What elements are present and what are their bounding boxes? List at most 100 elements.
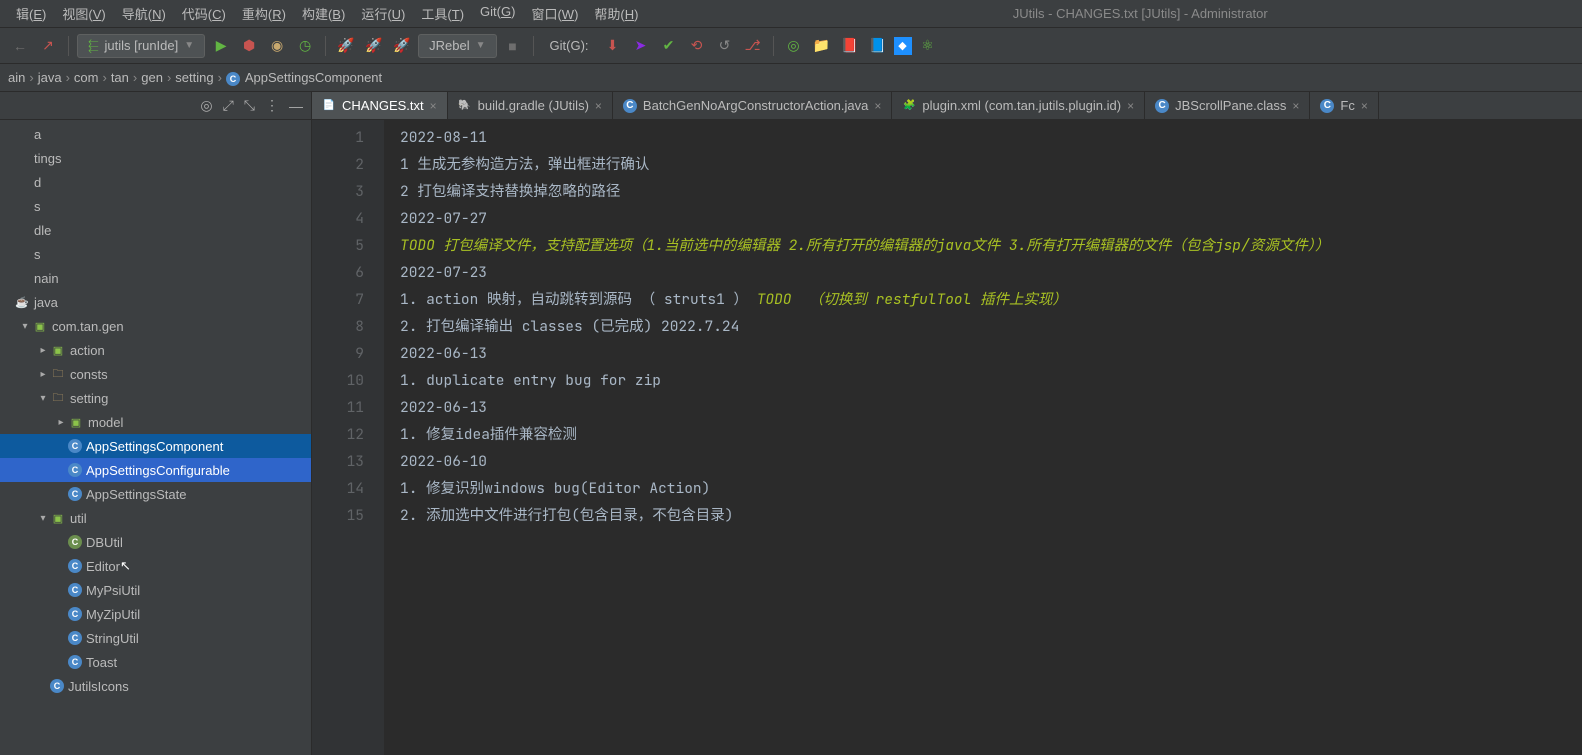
breadcrumb-part[interactable]: setting [175,70,213,85]
git-commit-icon[interactable]: ✔ [657,34,681,58]
tree-row[interactable]: CToast [0,650,311,674]
editor-tab[interactable]: CBatchGenNoArgConstructorAction.java× [613,92,892,119]
tree-chevron-icon[interactable]: ▾ [18,321,32,332]
breadcrumb-part[interactable]: com [74,70,99,85]
tree-row[interactable]: CEditor ↖ [0,554,311,578]
editor-tab[interactable]: CFc× [1310,92,1378,119]
tree-row[interactable]: CDBUtil [0,530,311,554]
tree-row[interactable]: CAppSettingsComponent [0,434,311,458]
menu-c[interactable]: 代码(C) [174,0,234,27]
class-icon: C [623,99,637,113]
collapse-all-icon[interactable]: ⤡ [244,97,255,114]
tool-icon-3[interactable]: 📘 [866,34,890,58]
tree-row[interactable]: ▸▣action [0,338,311,362]
jrebel-icon[interactable]: 🚀 [334,34,358,58]
tree-row[interactable]: CStringUtil [0,626,311,650]
tree-chevron-icon[interactable]: ▸ [54,417,68,428]
profile-icon[interactable]: ◷ [293,34,317,58]
git-history-icon[interactable]: ⟲ [685,34,709,58]
tree-row[interactable]: dle [0,218,311,242]
editor-tab[interactable]: CJBScrollPane.class× [1145,92,1310,119]
menu-b[interactable]: 构建(B) [294,0,353,27]
menu-u[interactable]: 运行(U) [353,0,413,27]
tree-chevron-icon[interactable]: ▸ [36,345,50,356]
tree-row[interactable]: ▾🗀setting [0,386,311,410]
tree-label: s [34,199,41,214]
tree-row[interactable]: s [0,194,311,218]
expand-all-icon[interactable]: ⤢ [223,97,234,114]
close-icon[interactable]: × [595,99,602,113]
close-icon[interactable]: × [1292,99,1299,113]
tree-row[interactable]: tings [0,146,311,170]
jrebel-selector[interactable]: JRebel ▼ [418,34,496,58]
menu-w[interactable]: 窗口(W) [523,0,586,27]
tree-row[interactable]: CMyZipUtil [0,602,311,626]
tree-chevron-icon[interactable]: ▾ [36,513,50,524]
menu-v[interactable]: 视图(V) [54,0,113,27]
menu-h[interactable]: 帮助(H) [586,0,646,27]
code-content[interactable]: 2022-08-111 生成无参构造方法，弹出框进行确认2 打包编译支持替换掉忽… [384,120,1582,755]
ide-features-trainer-icon[interactable]: ⚛ [916,34,940,58]
tree-label: s [34,247,41,262]
breadcrumb-part[interactable]: ain [8,70,25,85]
back-icon[interactable]: ← [8,34,32,58]
tool-icon-4[interactable]: ◆ [894,37,912,55]
editor-tab[interactable]: 📄CHANGES.txt× [312,92,448,119]
tool-icon-1[interactable]: 📁 [810,34,834,58]
breadcrumb-part[interactable]: gen [141,70,163,85]
tree-row[interactable]: d [0,170,311,194]
close-icon[interactable]: × [874,99,881,113]
git-pull-icon[interactable]: ⬇ [601,34,625,58]
text-editor[interactable]: 123456789101112131415 2022-08-111 生成无参构造… [312,120,1582,755]
menu-r[interactable]: 重构(R) [234,0,294,27]
git-branch-icon[interactable]: ⎇ [741,34,765,58]
stop-icon[interactable]: ■ [501,34,525,58]
tree-chevron-icon[interactable]: ▸ [36,369,50,380]
hide-icon[interactable]: — [289,98,303,114]
breadcrumb-part[interactable]: java [38,70,62,85]
breadcrumb-current[interactable]: C AppSettingsComponent [226,70,382,86]
tab-label: Fc [1340,98,1354,113]
tool-icon-2[interactable]: 📕 [838,34,862,58]
debug-icon[interactable]: ⬢ [237,34,261,58]
tree-row[interactable]: ▸🗀consts [0,362,311,386]
tree-row[interactable]: a [0,122,311,146]
tree-chevron-icon[interactable]: ▾ [36,393,50,404]
options-icon[interactable]: ⋮ [265,97,279,114]
git-push-icon[interactable]: ➤ [629,34,653,58]
select-target-icon[interactable]: ◎ [200,97,212,114]
tree-label: action [70,343,105,358]
close-icon[interactable]: × [430,99,437,113]
tree-row[interactable]: CAppSettingsConfigurable [0,458,311,482]
menu-n[interactable]: 导航(N) [114,0,174,27]
close-icon[interactable]: × [1127,99,1134,113]
close-icon[interactable]: × [1361,99,1368,113]
search-everywhere-icon[interactable]: ◎ [782,34,806,58]
breadcrumb-part[interactable]: tan [111,70,129,85]
menu-t[interactable]: 工具(T) [413,0,472,27]
editor-tab[interactable]: 🐘build.gradle (JUtils)× [448,92,613,119]
tree-row[interactable]: CAppSettingsState [0,482,311,506]
tree-label: AppSettingsState [86,487,186,502]
tree-row[interactable]: nain [0,266,311,290]
tree-row[interactable]: ▸▣model [0,410,311,434]
project-tree[interactable]: atingsdsdlesnain☕java▾▣com.tan.gen▸▣acti… [0,120,311,755]
tree-row[interactable]: ▾▣com.tan.gen [0,314,311,338]
git-rollback-icon[interactable]: ↺ [713,34,737,58]
coverage-icon[interactable]: ◉ [265,34,289,58]
tree-row[interactable]: ▾▣util [0,506,311,530]
jrebel-run-icon[interactable]: 🚀 [362,34,386,58]
tree-row[interactable]: ☕java [0,290,311,314]
tree-row[interactable]: CMyPsiUtil [0,578,311,602]
cursor-icon: ↖ [120,558,131,574]
chevron-down-icon: ▼ [476,40,486,51]
run-icon[interactable]: ▶ [209,34,233,58]
menu-e[interactable]: 辑(E) [8,0,54,27]
tree-row[interactable]: s [0,242,311,266]
editor-tab[interactable]: 🧩plugin.xml (com.tan.jutils.plugin.id)× [892,92,1145,119]
run-config-selector[interactable]: ⬱ jutils [runIde] ▼ [77,34,205,58]
jrebel-debug-icon[interactable]: 🚀 [390,34,414,58]
forward-icon[interactable]: ↗ [36,34,60,58]
tree-row[interactable]: CJutilsIcons [0,674,311,698]
menu-g[interactable]: Git(G) [472,0,523,27]
